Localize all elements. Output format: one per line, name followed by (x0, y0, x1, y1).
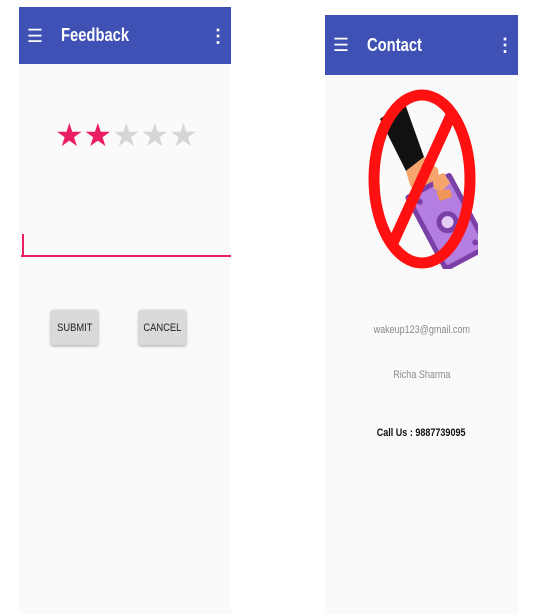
submit-button[interactable]: SUBMIT (51, 310, 98, 345)
star-filled-icon[interactable]: ★ (84, 119, 113, 151)
star-empty-icon[interactable]: ★ (169, 119, 198, 151)
contact-name: Richa Sharma (325, 369, 518, 381)
hamburger-menu-icon[interactable]: ☰ (329, 36, 353, 54)
star-filled-icon[interactable]: ★ (55, 119, 84, 151)
contact-phone-text: Call Us : 9887739095 (377, 427, 466, 439)
no-bribery-icon (368, 89, 478, 269)
more-options-icon[interactable]: ⋮ (209, 27, 227, 45)
cancel-button[interactable]: CANCEL (139, 310, 186, 345)
submit-button-label: SUBMIT (56, 321, 93, 334)
more-options-icon[interactable]: ⋮ (496, 36, 514, 54)
contact-phone[interactable]: Call Us : 9887739095 (325, 427, 518, 439)
feedback-screen: ☰ Feedback ⋮ ★ ★ ★ ★ ★ SUBMIT CANCEL (19, 7, 231, 614)
feedback-title: Feedback (61, 25, 130, 45)
contact-screen: ☰ Contact ⋮ wakeup123@gmail.com Richa Sh… (325, 15, 518, 614)
contact-title: Contact (367, 34, 422, 55)
contact-email[interactable]: wakeup123@gmail.com (325, 324, 518, 336)
star-empty-icon[interactable]: ★ (141, 119, 170, 151)
feedback-app-bar: ☰ Feedback ⋮ (19, 7, 231, 64)
rating-bar[interactable]: ★ ★ ★ ★ ★ (55, 119, 198, 151)
cancel-button-label: CANCEL (143, 321, 182, 334)
contact-app-bar: ☰ Contact ⋮ (325, 15, 518, 75)
hamburger-menu-icon[interactable]: ☰ (23, 27, 47, 45)
prohibition-sign-icon (368, 89, 476, 269)
contact-email-text: wakeup123@gmail.com (373, 324, 470, 336)
feedback-comment-input[interactable] (21, 227, 231, 257)
contact-name-text: Richa Sharma (392, 369, 451, 381)
text-cursor (22, 234, 24, 256)
star-empty-icon[interactable]: ★ (112, 119, 141, 151)
